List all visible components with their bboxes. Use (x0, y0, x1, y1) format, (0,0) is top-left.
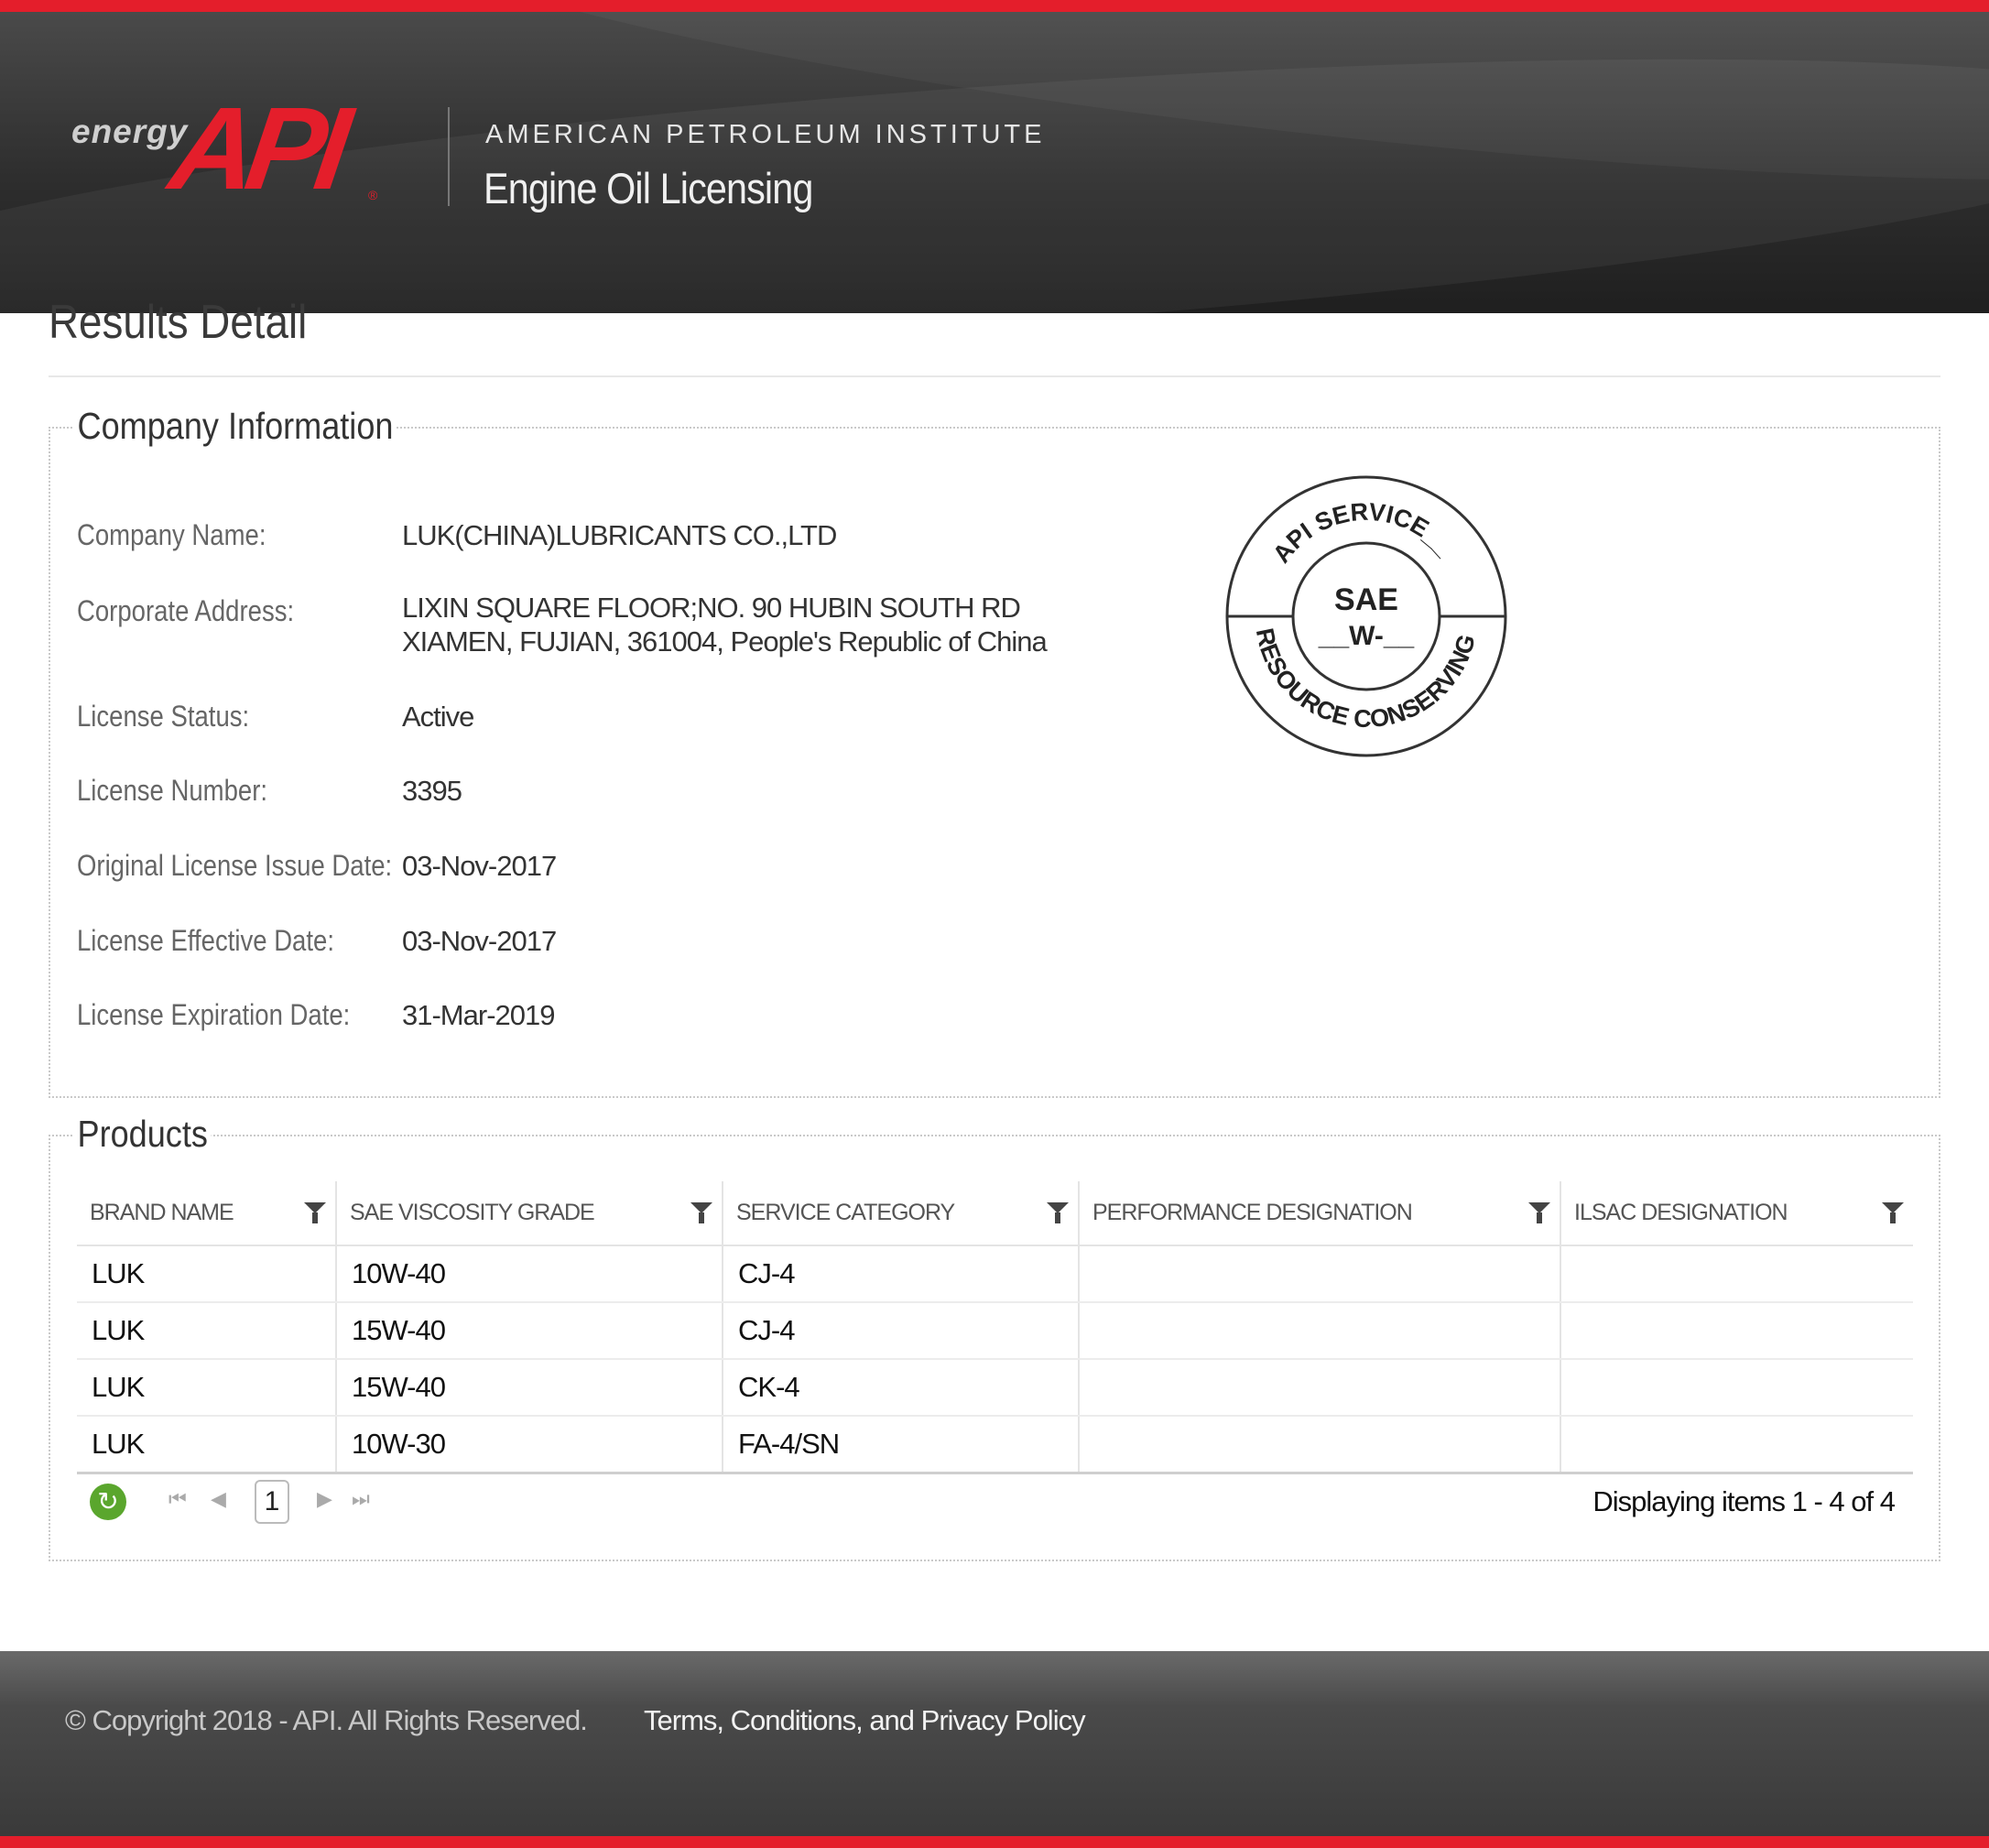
page-title: Results Detail (49, 296, 308, 349)
corporate-address-line2: XIAMEN, FUJIAN, 361004, People's Republi… (402, 625, 1048, 658)
copyright-text: © Copyright 2018 - API. All Rights Reser… (65, 1704, 588, 1736)
expiration-date-value: 31-Mar-2019 (402, 999, 555, 1031)
cell-sae-viscosity-grade: 10W-40 (335, 1245, 723, 1303)
column-header-label: SAE VISCOSITY GRADE (350, 1200, 595, 1225)
terms-privacy-link[interactable]: Terms, Conditions, and Privacy Policy (644, 1704, 1086, 1737)
table-row[interactable]: LUK 10W-40 CJ-4 (77, 1245, 1913, 1303)
column-header-ilsac-designation[interactable]: ILSAC DESIGNATION (1560, 1181, 1913, 1246)
company-name-label: Company Name: (77, 518, 266, 551)
company-information-legend: Company Information (74, 405, 397, 448)
effective-date-value: 03-Nov-2017 (402, 925, 557, 957)
table-row[interactable]: LUK 15W-40 CJ-4 (77, 1302, 1913, 1360)
company-name-value: LUK(CHINA)LUBRICANTS CO.,LTD (402, 519, 837, 551)
registered-mark: ® (368, 188, 378, 202)
license-number-value: 3395 (402, 775, 462, 807)
last-page-icon[interactable]: ⏭ (352, 1487, 370, 1511)
license-status-label: License Status: (77, 700, 250, 733)
column-header-service-category[interactable]: SERVICE CATEGORY (722, 1181, 1079, 1246)
filter-icon[interactable] (1882, 1202, 1904, 1223)
cell-brand-name: LUK (77, 1359, 336, 1417)
column-header-label: PERFORMANCE DESIGNATION (1092, 1200, 1413, 1225)
corporate-address-line1: LIXIN SQUARE FLOOR;NO. 90 HUBIN SOUTH RD (402, 592, 1021, 624)
api-service-symbol-seal: API SERVICE__ SAE __W-__ RESOURCE CONSER… (1225, 475, 1507, 757)
bottom-red-bar (0, 1836, 1989, 1848)
header-divider (448, 107, 450, 206)
corporate-address-label: Corporate Address: (77, 594, 295, 627)
current-page-button[interactable]: 1 (255, 1480, 289, 1524)
column-header-label: SERVICE CATEGORY (736, 1200, 955, 1225)
grid-pager: ↻ ⏮ ◀ 1 ▶ ⏭ Displaying items 1 - 4 of 4 (77, 1476, 1913, 1527)
first-page-icon[interactable]: ⏮ (168, 1487, 187, 1511)
original-issue-date-label: Original License Issue Date: (77, 849, 393, 882)
cell-sae-viscosity-grade: 15W-40 (335, 1302, 723, 1360)
cell-service-category: CJ-4 (722, 1245, 1079, 1303)
cell-service-category: CJ-4 (722, 1302, 1079, 1360)
site-footer: © Copyright 2018 - API. All Rights Reser… (0, 1651, 1989, 1836)
title-divider (49, 375, 1940, 377)
cell-ilsac-designation (1560, 1359, 1913, 1417)
products-grid: BRAND NAME SAE VISCOSITY GRADE SERVICE C… (77, 1181, 1913, 1474)
filter-icon[interactable] (304, 1202, 326, 1223)
api-logo[interactable]: API (163, 83, 349, 214)
site-header: energy API ® AMERICAN PETROLEUM INSTITUT… (0, 12, 1989, 313)
cell-ilsac-designation (1560, 1245, 1913, 1303)
products-legend: Products (74, 1113, 212, 1156)
license-status-value: Active (402, 701, 474, 733)
top-red-bar (0, 0, 1989, 12)
expiration-date-label: License Expiration Date: (77, 998, 351, 1031)
cell-service-category: FA-4/SN (722, 1416, 1079, 1474)
cell-ilsac-designation (1560, 1302, 1913, 1360)
filter-icon[interactable] (1047, 1202, 1069, 1223)
grid-header-row: BRAND NAME SAE VISCOSITY GRADE SERVICE C… (77, 1181, 1913, 1246)
cell-performance-designation (1078, 1359, 1560, 1417)
next-page-icon[interactable]: ▶ (317, 1487, 332, 1511)
column-header-brand-name[interactable]: BRAND NAME (77, 1181, 336, 1246)
cell-performance-designation (1078, 1245, 1560, 1303)
seal-center-grade: __W-__ (1318, 621, 1415, 651)
column-header-label: BRAND NAME (90, 1200, 234, 1225)
column-header-performance-designation[interactable]: PERFORMANCE DESIGNATION (1078, 1181, 1560, 1246)
cell-ilsac-designation (1560, 1416, 1913, 1474)
effective-date-label: License Effective Date: (77, 924, 334, 957)
previous-page-icon[interactable]: ◀ (211, 1487, 226, 1511)
cell-service-category: CK-4 (722, 1359, 1079, 1417)
column-header-label: ILSAC DESIGNATION (1574, 1200, 1788, 1225)
pager-info: Displaying items 1 - 4 of 4 (1592, 1485, 1896, 1517)
cell-performance-designation (1078, 1302, 1560, 1360)
license-number-label: License Number: (77, 774, 268, 807)
seal-center-sae: SAE (1334, 582, 1398, 617)
table-row[interactable]: LUK 15W-40 CK-4 (77, 1359, 1913, 1417)
original-issue-date-value: 03-Nov-2017 (402, 850, 557, 882)
cell-brand-name: LUK (77, 1245, 336, 1303)
cell-brand-name: LUK (77, 1416, 336, 1474)
cell-performance-designation (1078, 1416, 1560, 1474)
cell-sae-viscosity-grade: 15W-40 (335, 1359, 723, 1417)
site-subtitle: Engine Oil Licensing (484, 164, 813, 212)
filter-icon[interactable] (1528, 1202, 1550, 1223)
refresh-icon[interactable]: ↻ (90, 1484, 126, 1520)
cell-brand-name: LUK (77, 1302, 336, 1360)
filter-icon[interactable] (690, 1202, 712, 1223)
table-row[interactable]: LUK 10W-30 FA-4/SN (77, 1416, 1913, 1474)
logo-energy-text: energy (71, 113, 189, 150)
column-header-sae-viscosity-grade[interactable]: SAE VISCOSITY GRADE (335, 1181, 723, 1246)
institute-name: AMERICAN PETROLEUM INSTITUTE (485, 120, 1046, 149)
cell-sae-viscosity-grade: 10W-30 (335, 1416, 723, 1474)
